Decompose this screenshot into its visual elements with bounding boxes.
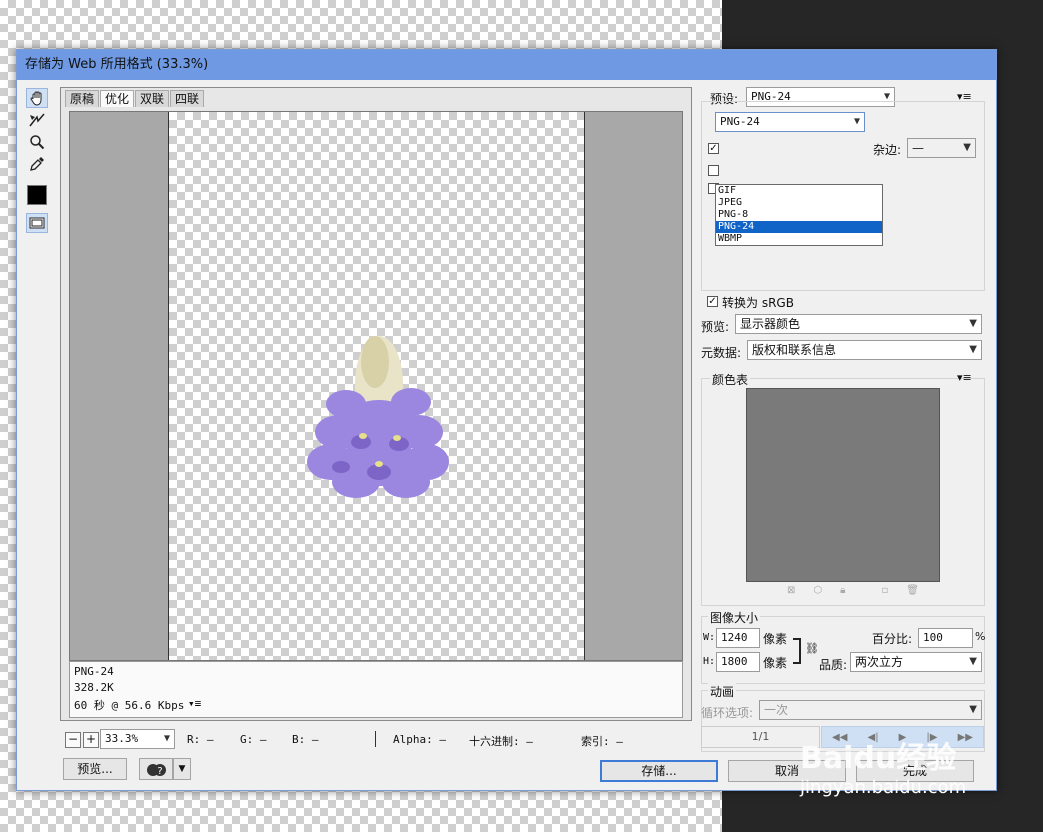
percent-unit: % xyxy=(975,630,986,643)
color-table-menu-icon[interactable]: ▾≡ xyxy=(957,371,972,384)
help-button[interactable]: ? xyxy=(139,758,173,780)
lock-color-icon[interactable]: 🔒︎ xyxy=(840,585,845,596)
format-select[interactable]: PNG-24 ▼ xyxy=(715,112,865,132)
chain-link-icon[interactable]: ⛓︎ xyxy=(805,642,819,655)
height-unit: 像素 xyxy=(763,656,788,670)
matte-select[interactable]: — ▼ xyxy=(907,138,976,158)
status-r: R: — xyxy=(187,733,214,746)
status-alpha: Alpha: — xyxy=(393,733,446,746)
preview-frame: 原稿 优化 双联 四联 PNG-24 328.2K 60 秒 @ 56.6 Kb… xyxy=(60,87,692,721)
status-g: G: — xyxy=(240,733,267,746)
transparent-canvas xyxy=(168,112,585,660)
format-option-png24[interactable]: PNG-24 xyxy=(716,221,882,233)
save-button[interactable]: 存储... xyxy=(600,760,718,782)
map-transparent-icon[interactable]: ⊠ xyxy=(787,585,795,596)
status-index: 索引: — xyxy=(581,735,623,748)
constrain-bracket xyxy=(793,638,801,664)
watermark-logo: Baidu经验 xyxy=(800,741,957,776)
slice-select-icon[interactable] xyxy=(26,110,48,130)
web-snap-icon[interactable]: ⬡ xyxy=(813,585,822,596)
tab-2-up[interactable]: 双联 xyxy=(135,90,170,107)
height-label: H: xyxy=(703,656,716,667)
info-file-size: 328.2K xyxy=(74,681,114,694)
delete-color-icon[interactable]: 🗑︎ xyxy=(906,585,919,596)
save-for-web-dialog: 存储为 Web 所用格式 (33.3%) 原稿 优化 双联 四联 PNG-24 … xyxy=(16,49,997,791)
format-dropdown-list: GIF JPEG PNG-8 PNG-24 WBMP xyxy=(715,184,883,246)
toggle-slices-icon[interactable] xyxy=(26,213,48,233)
info-menu-icon[interactable]: ▾≡ xyxy=(188,697,201,710)
interlaced-checkbox[interactable] xyxy=(708,165,719,176)
format-option-jpeg[interactable]: JPEG xyxy=(716,197,882,209)
convert-srgb-checkbox[interactable]: ✓ xyxy=(707,296,718,307)
hand-icon[interactable] xyxy=(26,88,48,108)
metadata-label: 元数据: xyxy=(701,346,742,360)
tab-4-up[interactable]: 四联 xyxy=(170,90,205,107)
image-size-group xyxy=(701,616,985,684)
last-frame-icon[interactable]: ▶▶ xyxy=(958,732,973,743)
window-title: 存储为 Web 所用格式 (33.3%) xyxy=(17,50,996,80)
color-swatch-icon[interactable] xyxy=(26,184,48,206)
image-size-title: 图像大小 xyxy=(708,609,761,626)
help-dropdown-button[interactable]: ▼ xyxy=(173,758,191,780)
zoom-select[interactable]: 33.3% ▼ xyxy=(100,729,175,749)
format-option-gif[interactable]: GIF xyxy=(716,185,882,197)
transparency-checkbox[interactable]: ✓ xyxy=(708,143,719,154)
quality-select[interactable]: 两次立方 ▼ xyxy=(850,652,982,672)
color-table-toolbar: ⊠ ⬡ 🔒︎ ▫ 🗑︎ xyxy=(787,585,919,596)
optimization-info: PNG-24 328.2K 60 秒 @ 56.6 Kbps ▾≡ xyxy=(69,661,683,718)
status-divider xyxy=(375,731,376,747)
new-color-icon[interactable]: ▫ xyxy=(881,585,888,596)
matte-label: 杂边: xyxy=(873,143,902,157)
eyedropper-icon[interactable] xyxy=(26,154,48,174)
watermark-url: jingyan.baidu.com xyxy=(800,777,967,798)
width-unit: 像素 xyxy=(763,632,788,646)
status-bar: R: — G: — B: — Alpha: — 十六进制: — 索引: — xyxy=(187,731,657,749)
quality-label: 品质: xyxy=(819,658,848,672)
zoom-out-button[interactable]: − xyxy=(65,732,81,748)
zoom-in-button[interactable]: + xyxy=(83,732,99,748)
animation-title: 动画 xyxy=(708,683,737,700)
format-option-wbmp[interactable]: WBMP xyxy=(716,233,882,245)
percent-label: 百分比: xyxy=(872,632,913,646)
color-table-swatches[interactable] xyxy=(746,388,940,582)
preview-button[interactable]: 预览... xyxy=(63,758,127,780)
baidu-watermark: Baidu经验 jingyan.baidu.com xyxy=(800,742,966,800)
color-preview-select[interactable]: 显示器颜色 ▼ xyxy=(735,314,982,334)
width-label: W: xyxy=(703,632,716,643)
convert-srgb-label: 转换为 sRGB xyxy=(722,296,794,310)
image-preview[interactable] xyxy=(69,111,683,661)
flower-image xyxy=(307,336,449,498)
status-b: B: — xyxy=(292,733,319,746)
info-format: PNG-24 xyxy=(74,665,114,678)
tab-original[interactable]: 原稿 xyxy=(65,90,100,107)
svg-text:?: ? xyxy=(157,766,162,777)
tab-optimized[interactable]: 优化 xyxy=(100,90,135,107)
view-tabs: 原稿 优化 双联 四联 xyxy=(65,90,205,107)
color-preview-label: 预览: xyxy=(701,320,730,334)
height-input[interactable]: 1800 xyxy=(716,652,760,672)
format-option-png8[interactable]: PNG-8 xyxy=(716,209,882,221)
zoom-icon[interactable] xyxy=(26,132,48,152)
help-icon: ? xyxy=(147,763,166,777)
color-table-title: 颜色表 xyxy=(710,371,751,388)
metadata-select[interactable]: 版权和联系信息 ▼ xyxy=(747,340,982,360)
loop-select[interactable]: 一次 ▼ xyxy=(759,700,982,720)
info-download-time: 60 秒 @ 56.6 Kbps xyxy=(74,699,185,712)
width-input[interactable]: 1240 xyxy=(716,628,760,648)
loop-label: 循环选项: xyxy=(701,706,754,720)
percent-input[interactable]: 100 xyxy=(918,628,973,648)
status-hex: 十六进制: — xyxy=(469,735,533,748)
